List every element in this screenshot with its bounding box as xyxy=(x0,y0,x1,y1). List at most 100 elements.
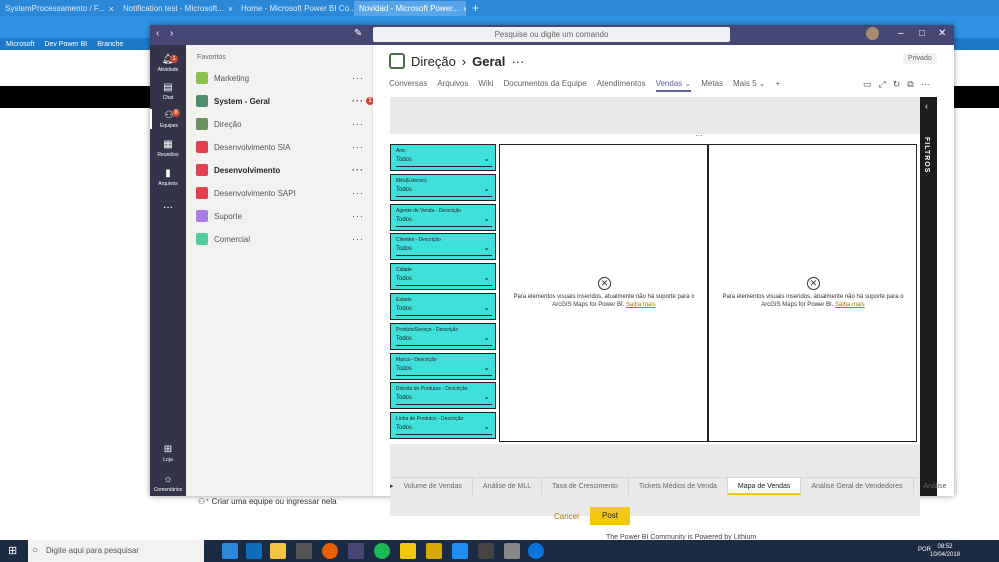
edge-icon[interactable] xyxy=(528,543,544,559)
rail-feedback[interactable]: ☼ Comentários xyxy=(150,473,186,493)
back-icon[interactable]: ‹ xyxy=(156,28,159,39)
minimize-icon[interactable]: – xyxy=(898,28,904,39)
team-more-icon[interactable]: ··· xyxy=(352,165,364,175)
slicer-dropdown[interactable]: Todos xyxy=(396,303,492,316)
slicer[interactable]: Marca - Descrição Todos xyxy=(390,352,496,380)
clock[interactable]: 08:52 10/04/2018 xyxy=(930,543,960,559)
rail-teams[interactable]: ⚇ Equipes 8 xyxy=(150,109,186,129)
learn-more-link[interactable]: Saiba mais xyxy=(835,302,865,308)
rail-files[interactable]: ▮ Arquivos xyxy=(150,167,186,187)
slicer[interactable]: Cidade Todos xyxy=(390,263,496,291)
slicer-dropdown[interactable]: Todos xyxy=(396,363,492,376)
new-tab-icon[interactable]: + xyxy=(472,1,479,15)
chevron-left-icon[interactable]: ‹ xyxy=(925,101,928,111)
refresh-icon[interactable]: ↻ xyxy=(893,79,901,90)
bookmark[interactable]: Dev Power BI xyxy=(44,41,87,48)
slicer-dropdown[interactable]: Todos xyxy=(396,392,492,406)
bookmark[interactable]: Branche xyxy=(97,41,123,48)
cancel-button[interactable]: Cancel xyxy=(554,512,579,521)
report-page-tab[interactable]: Tickets Médios de Venda xyxy=(629,478,728,495)
windows-start-icon[interactable]: ⊞ xyxy=(8,544,17,557)
report-page-tab[interactable]: Análise Geral de Vendedores xyxy=(801,478,914,495)
arcgis-visual[interactable]: ✕ Para elementos visuais inseridos, atua… xyxy=(499,144,708,442)
team-more-icon[interactable]: ··· xyxy=(352,119,364,129)
explorer-icon[interactable] xyxy=(270,543,286,559)
channel-tab[interactable]: Vendas ⌄ xyxy=(655,79,692,92)
more-icon[interactable]: ··· xyxy=(921,79,930,90)
bookmark[interactable]: Microsoft xyxy=(6,41,34,48)
teams-icon[interactable] xyxy=(348,543,364,559)
taskbar-app-icon[interactable] xyxy=(296,543,312,559)
rail-meetings[interactable]: ▦ Reuniões xyxy=(150,138,186,158)
browser-tab[interactable]: Home - Microsoft Power BI Co...× xyxy=(236,1,354,16)
create-team-link[interactable]: ⚇⁺ Criar uma equipe ou ingressar nela xyxy=(198,497,337,506)
team-item[interactable]: Marketing ··· xyxy=(196,70,366,86)
team-item[interactable]: Desenvolvimento SIA ··· xyxy=(196,139,366,155)
chat-icon[interactable]: ▭ xyxy=(863,79,872,90)
filters-pane[interactable]: ‹ FILTROS xyxy=(920,97,937,496)
rail-activity[interactable]: 🔔︎ Atividade 1 xyxy=(150,53,186,73)
close-tab-icon[interactable]: × xyxy=(109,4,114,14)
team-item[interactable]: Direção ··· xyxy=(196,116,366,132)
team-item[interactable]: Desenvolvimento ··· xyxy=(196,162,366,178)
visual-more-icon[interactable]: ··· xyxy=(695,131,703,140)
maps-icon[interactable] xyxy=(452,543,468,559)
slicer-dropdown[interactable]: Todos xyxy=(396,273,492,287)
teams-search-input[interactable]: Pesquise ou digite um comando xyxy=(373,27,730,42)
slicer[interactable]: Clientes - Descrição Todos xyxy=(390,233,496,261)
slicer-dropdown[interactable]: Todos xyxy=(396,184,492,197)
slicer-dropdown[interactable]: Todos xyxy=(396,154,492,167)
taskbar-search-input[interactable]: Digite aqui para pesquisar xyxy=(28,540,204,562)
popout-icon[interactable]: ⧉ xyxy=(907,79,913,90)
channel-tab[interactable]: Mais 5 ⌄ xyxy=(733,79,766,92)
taskbar-app-icon[interactable] xyxy=(504,543,520,559)
learn-more-link[interactable]: Saiba mais xyxy=(626,302,656,308)
arcgis-visual[interactable]: ✕ Para elementos visuais inseridos, atua… xyxy=(708,144,917,442)
rail-store[interactable]: ⊞ Loja xyxy=(150,443,186,463)
forward-icon[interactable]: › xyxy=(170,28,173,39)
expand-icon[interactable]: ⤢ xyxy=(879,79,886,90)
rail-more[interactable]: ... xyxy=(150,197,186,211)
browser-tab[interactable]: Notification test - Microsoft... × xyxy=(118,1,236,16)
channel-tab[interactable]: Wiki xyxy=(478,79,493,92)
slicer-dropdown[interactable]: Todos xyxy=(396,333,492,346)
channel-tab[interactable]: Metas xyxy=(701,79,723,92)
slicer[interactable]: Produto/Serviço - Descrição Todos xyxy=(390,322,496,350)
channel-tab[interactable]: + xyxy=(776,79,781,92)
channel-tab[interactable]: Conversas xyxy=(389,79,427,92)
taskbar-app-icon[interactable] xyxy=(478,543,494,559)
slicer[interactable]: Divisão de Produtos - Descrição Todos xyxy=(390,382,496,410)
avatar[interactable] xyxy=(866,27,879,40)
compose-icon[interactable]: ✎ xyxy=(354,28,362,39)
slicer[interactable]: Agente de Venda - Descrição Todos xyxy=(390,203,496,231)
report-page-tab[interactable]: Taxa de Crescimento xyxy=(542,478,629,495)
slicer-dropdown[interactable]: Todos xyxy=(396,243,492,257)
team-more-icon[interactable]: ··· xyxy=(352,73,364,83)
firefox-icon[interactable] xyxy=(322,543,338,559)
team-more-icon[interactable]: ··· xyxy=(352,142,364,152)
team-item[interactable]: System - Geral ··· 1 xyxy=(196,93,374,109)
slicer-dropdown[interactable]: Todos xyxy=(396,422,492,436)
slicer[interactable]: Estado Todos xyxy=(390,293,496,320)
team-more-icon[interactable]: ··· xyxy=(352,188,364,198)
report-page-tab[interactable]: Mapa de Vendas xyxy=(727,478,802,495)
slicer[interactable]: Ano Todos xyxy=(390,144,496,171)
team-more-icon[interactable]: ··· xyxy=(352,211,364,221)
channel-tab[interactable]: Documentos da Equipe xyxy=(503,79,586,92)
outlook-icon[interactable] xyxy=(246,543,262,559)
browser-tab[interactable]: SystemProcessamento / F... × xyxy=(0,1,118,16)
team-more-icon[interactable]: ··· xyxy=(352,96,364,106)
report-page-tab[interactable]: Análise de MLL xyxy=(473,478,543,495)
close-tab-icon[interactable]: × xyxy=(228,4,233,14)
post-button[interactable]: Post xyxy=(590,507,630,525)
channel-tab[interactable]: Atendimentos xyxy=(597,79,646,92)
browser-tab-active[interactable]: Novidad - Microsoft Power... × xyxy=(354,1,466,16)
team-item[interactable]: Comercial ··· xyxy=(196,231,366,247)
channel-tab[interactable]: Arquivos xyxy=(437,79,468,92)
team-item[interactable]: Suporte ··· xyxy=(196,208,366,224)
close-tab-icon[interactable]: × xyxy=(463,4,466,14)
rail-chat[interactable]: ▤ Chat xyxy=(150,81,186,101)
taskbar-app-icon[interactable] xyxy=(222,543,238,559)
taskbar-app-icon[interactable] xyxy=(426,543,442,559)
team-item[interactable]: Desenvolvimento SAPI ··· xyxy=(196,185,366,201)
